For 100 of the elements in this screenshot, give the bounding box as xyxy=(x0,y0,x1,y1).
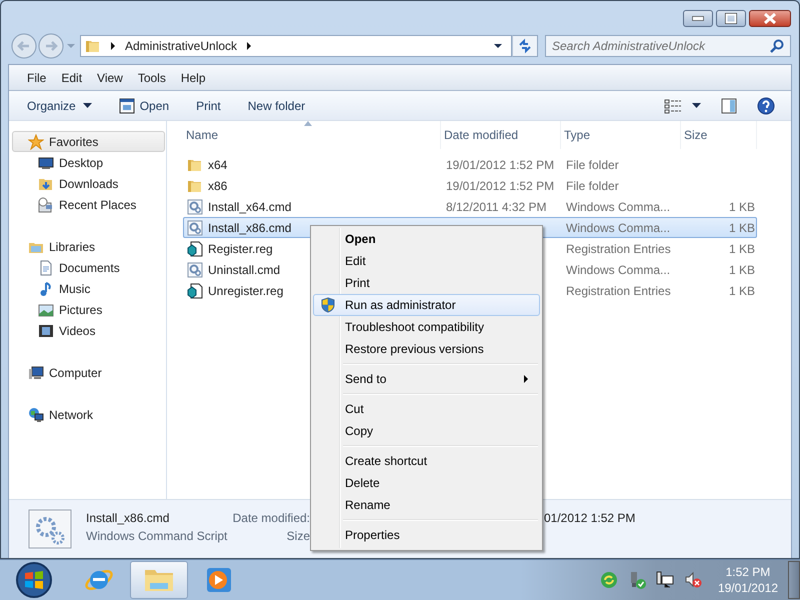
menu-item[interactable]: Print xyxy=(313,272,540,294)
view-options-icon[interactable] xyxy=(664,98,682,114)
refresh-button[interactable] xyxy=(512,35,538,57)
menu-item[interactable]: Edit xyxy=(313,250,540,272)
breadcrumb-arrow-icon[interactable] xyxy=(109,42,117,50)
sidebar-item[interactable]: Documents xyxy=(12,257,165,278)
toolbar-button[interactable]: Organize xyxy=(27,94,92,116)
column-header[interactable]: Date modified xyxy=(444,128,518,142)
file-size: 1 KB xyxy=(728,220,755,234)
preview-pane-icon[interactable] xyxy=(721,98,737,114)
close-button[interactable] xyxy=(749,10,791,27)
network-icon[interactable] xyxy=(656,571,674,589)
dropdown-arrow-icon[interactable] xyxy=(692,102,701,108)
file-type: File folder xyxy=(566,158,619,172)
sidebar-item[interactable]: Libraries xyxy=(12,236,165,257)
toolbar-button[interactable]: Open xyxy=(118,94,170,116)
sidebar-item[interactable]: Downloads xyxy=(12,173,165,194)
picture-icon xyxy=(38,302,54,318)
caret-icon xyxy=(82,102,92,108)
toolbar-button[interactable]: Print xyxy=(196,94,221,116)
menu-item[interactable]: Help xyxy=(180,70,206,84)
search-field[interactable]: Search AdministrativeUnlock xyxy=(552,39,770,53)
column-header[interactable]: Type xyxy=(564,128,590,142)
menu-item[interactable]: Delete xyxy=(313,472,540,494)
menu-item[interactable]: Troubleshoot compatibility xyxy=(313,316,540,338)
file-size: 1 KB xyxy=(728,242,755,256)
search-icon[interactable] xyxy=(770,39,784,53)
file-name[interactable]: Install_x86.cmd xyxy=(208,220,292,234)
file-type: Registration Entries xyxy=(566,284,671,298)
minimize-button[interactable] xyxy=(683,10,713,27)
sidebar-item[interactable]: Pictures xyxy=(12,299,165,320)
refresh-icon xyxy=(517,38,533,54)
music-note-icon xyxy=(38,280,54,296)
menu-item[interactable]: Restore previous versions xyxy=(313,338,540,360)
menu-item[interactable]: Cut xyxy=(313,398,540,420)
file-type: Windows Command Script xyxy=(86,529,228,545)
submenu-arrow-icon xyxy=(524,375,529,383)
file-name[interactable]: x64 xyxy=(208,158,228,172)
sidebar-item[interactable]: Computer xyxy=(12,362,165,383)
date-modified: 19/01/2012 1:52 PM xyxy=(446,158,554,172)
menu-item[interactable]: Rename xyxy=(313,494,540,516)
sidebar-item[interactable]: Network xyxy=(12,404,165,425)
sidebar-item[interactable]: Favorites xyxy=(12,131,165,152)
gear-icon xyxy=(187,198,203,214)
date-modified: 8/12/2011 4:32 PM xyxy=(446,200,547,214)
file-name[interactable]: Register.reg xyxy=(208,242,273,256)
speaker-muted-icon[interactable] xyxy=(684,571,702,589)
menu-item[interactable]: Edit xyxy=(61,70,82,84)
gear-icon xyxy=(187,220,203,236)
menu-item[interactable]: Tools xyxy=(138,70,166,84)
file-type: Windows Comma... xyxy=(566,200,670,214)
dropdown-arrow-icon[interactable] xyxy=(493,42,503,50)
monitor-icon xyxy=(38,154,54,170)
menu-item[interactable]: File xyxy=(27,70,46,84)
show-desktop-button[interactable] xyxy=(788,561,800,599)
column-header[interactable]: Name xyxy=(186,128,218,142)
file-type: Registration Entries xyxy=(566,242,671,256)
folder-icon xyxy=(85,38,101,54)
maximize-button[interactable] xyxy=(716,10,746,27)
gear-icon xyxy=(28,509,72,549)
menu-item[interactable]: Properties xyxy=(313,524,540,546)
menu-item[interactable]: Create shortcut xyxy=(313,450,540,472)
sidebar-item[interactable]: Music xyxy=(12,278,165,299)
sidebar-item[interactable]: Videos xyxy=(12,320,165,341)
breadcrumb-arrow-icon[interactable] xyxy=(245,42,254,50)
date-modified: 19/01/2012 1:52 PM xyxy=(446,178,554,192)
close-icon xyxy=(764,13,776,24)
field-label: Size xyxy=(286,529,310,545)
sidebar-item[interactable]: Desktop xyxy=(12,152,165,173)
file-size: 1 KB xyxy=(728,200,755,214)
file-name[interactable]: Unregister.reg xyxy=(208,284,284,298)
menu-item[interactable]: Run as administrator xyxy=(313,294,540,316)
film-icon xyxy=(38,322,54,338)
file-type: Windows Comma... xyxy=(566,220,670,234)
file-type: File folder xyxy=(566,178,619,192)
shield-icon xyxy=(321,297,335,313)
registry-icon xyxy=(187,240,203,256)
breadcrumb[interactable]: AdministrativeUnlock xyxy=(125,39,238,53)
file-name[interactable]: Install_x64.cmd xyxy=(208,200,292,214)
file-name: Install_x86.cmd xyxy=(86,511,170,527)
minimize-icon xyxy=(692,16,704,21)
file-size: 1 KB xyxy=(728,262,755,276)
address-bar[interactable]: AdministrativeUnlock xyxy=(80,35,512,57)
file-name[interactable]: Uninstall.cmd xyxy=(208,262,280,276)
field-label: Date modified: xyxy=(232,511,310,527)
menu-item[interactable]: Send to xyxy=(313,368,540,390)
toolbar-button[interactable]: New folder xyxy=(248,94,306,116)
field-value: 01/2012 1:52 PM xyxy=(544,511,636,527)
file-size: 1 KB xyxy=(728,284,755,298)
search-box[interactable]: Search AdministrativeUnlock xyxy=(545,35,791,57)
menu-item[interactable]: View xyxy=(97,70,123,84)
help-icon[interactable] xyxy=(757,96,775,114)
menu-item[interactable]: Copy xyxy=(313,420,540,442)
registry-icon xyxy=(187,282,203,298)
globe-icon xyxy=(28,406,44,422)
document-icon xyxy=(38,260,54,276)
file-name[interactable]: x86 xyxy=(208,178,228,192)
sidebar-item[interactable]: Recent Places xyxy=(12,194,165,215)
menu-item[interactable]: Open xyxy=(313,228,540,250)
column-header[interactable]: Size xyxy=(684,128,708,142)
